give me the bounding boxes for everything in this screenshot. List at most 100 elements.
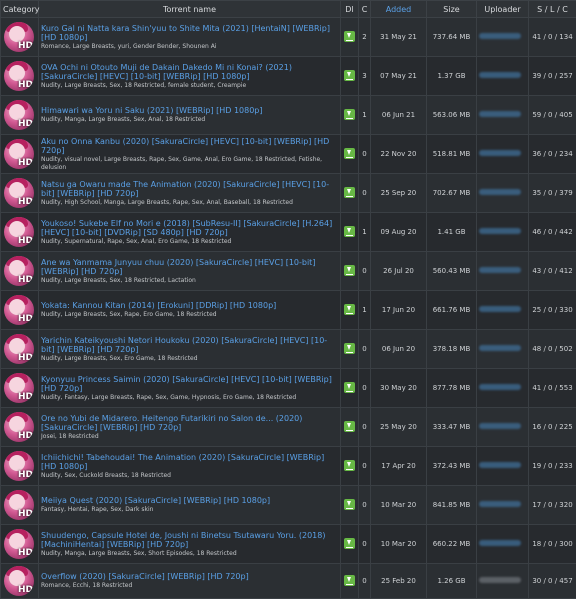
uploader-name-redacted[interactable]: [479, 111, 521, 117]
download-icon[interactable]: [344, 575, 355, 586]
category-hd-icon[interactable]: HD: [4, 217, 34, 247]
category-hd-icon[interactable]: HD: [4, 22, 34, 52]
category-cell[interactable]: HD: [1, 369, 39, 408]
download-icon[interactable]: [344, 265, 355, 276]
header-torrent-name[interactable]: Torrent name: [39, 1, 341, 18]
uploader-name-redacted[interactable]: [479, 189, 521, 195]
download-icon[interactable]: [344, 382, 355, 393]
category-hd-icon[interactable]: HD: [4, 139, 34, 169]
category-hd-icon[interactable]: HD: [4, 451, 34, 481]
category-hd-icon[interactable]: HD: [4, 566, 34, 596]
uploader-name-redacted[interactable]: [479, 345, 521, 351]
torrent-title-link[interactable]: Youkoso! Sukebe Elf no Mori e (2018) [Su…: [41, 219, 338, 237]
category-cell[interactable]: HD: [1, 486, 39, 525]
category-hd-icon[interactable]: HD: [4, 178, 34, 208]
category-cell[interactable]: HD: [1, 330, 39, 369]
uploader-name-redacted[interactable]: [479, 228, 521, 234]
added-date: 26 Jul 20: [371, 252, 427, 291]
download-icon[interactable]: [344, 148, 355, 159]
torrent-title-link[interactable]: Kuro Gal ni Natta kara Shin'yuu to Shite…: [41, 24, 338, 42]
uploader-name-redacted[interactable]: [479, 306, 521, 312]
header-size[interactable]: Size: [427, 1, 477, 18]
uploader-name-redacted[interactable]: [479, 501, 521, 507]
uploader-name-redacted[interactable]: [479, 384, 521, 390]
torrent-tags: Romance, Ecchi, 18 Restricted: [41, 582, 338, 590]
category-hd-icon[interactable]: HD: [4, 61, 34, 91]
category-cell[interactable]: HD: [1, 252, 39, 291]
category-hd-icon[interactable]: HD: [4, 490, 34, 520]
category-cell[interactable]: HD: [1, 408, 39, 447]
download-icon[interactable]: [344, 109, 355, 120]
category-cell[interactable]: HD: [1, 96, 39, 135]
download-icon[interactable]: [344, 31, 355, 42]
comments-count: 1: [359, 291, 371, 330]
category-cell[interactable]: HD: [1, 135, 39, 174]
download-icon[interactable]: [344, 499, 355, 510]
torrent-title-link[interactable]: Ore no Yubi de Midarero. Heitengo Futari…: [41, 414, 338, 432]
uploader-name-redacted[interactable]: [479, 540, 521, 546]
added-date: 10 Mar 20: [371, 525, 427, 564]
comments-count: 0: [359, 135, 371, 174]
uploader-name-redacted[interactable]: [479, 423, 521, 429]
download-icon[interactable]: [344, 226, 355, 237]
header-uploader[interactable]: Uploader: [477, 1, 529, 18]
category-hd-icon[interactable]: HD: [4, 295, 34, 325]
category-cell[interactable]: HD: [1, 213, 39, 252]
download-icon[interactable]: [344, 70, 355, 81]
torrent-tags: Nudity, Large Breasts, Sex, 18 Restricte…: [41, 277, 338, 285]
file-size: 1.37 GB: [427, 57, 477, 96]
torrent-title-link[interactable]: Yarichin Kateikyoushi Netori Houkoku (20…: [41, 336, 338, 354]
added-date: 25 May 20: [371, 408, 427, 447]
category-cell[interactable]: HD: [1, 57, 39, 96]
category-cell[interactable]: HD: [1, 564, 39, 599]
category-cell[interactable]: HD: [1, 525, 39, 564]
seed-leech-complete: 36 / 0 / 234: [529, 135, 576, 174]
category-hd-icon[interactable]: HD: [4, 334, 34, 364]
uploader-name-redacted[interactable]: [479, 150, 521, 156]
torrent-title-link[interactable]: Ichiichichi! Tabehoudai! The Animation (…: [41, 453, 338, 471]
download-icon[interactable]: [344, 460, 355, 471]
header-stats[interactable]: S / L / C: [529, 1, 576, 18]
category-cell[interactable]: HD: [1, 18, 39, 57]
category-cell[interactable]: HD: [1, 447, 39, 486]
table-row: HD Natsu ga Owaru made The Animation (20…: [1, 174, 576, 213]
download-icon[interactable]: [344, 421, 355, 432]
category-cell[interactable]: HD: [1, 291, 39, 330]
header-comments[interactable]: C: [359, 1, 371, 18]
torrent-title-link[interactable]: OVA Ochi ni Otouto Muji de Dakain Dakedo…: [41, 63, 338, 81]
category-hd-icon[interactable]: HD: [4, 529, 34, 559]
download-cell: [341, 213, 359, 252]
torrent-name-cell: Himawari wa Yoru ni Saku (2021) [WEBRip]…: [39, 96, 341, 135]
torrent-tags: Nudity, Manga, Large Breasts, Sex, Short…: [41, 550, 338, 558]
torrent-title-link[interactable]: Overflow (2020) [SakuraCircle] [WEBRip] …: [41, 572, 338, 581]
torrent-title-link[interactable]: Meiiya Quest (2020) [SakuraCircle] [WEBR…: [41, 496, 338, 505]
torrent-title-link[interactable]: Kyonyuu Princess Saimin (2020) [SakuraCi…: [41, 375, 338, 393]
uploader-name-redacted[interactable]: [479, 72, 521, 78]
category-hd-icon[interactable]: HD: [4, 373, 34, 403]
download-icon[interactable]: [344, 304, 355, 315]
torrent-title-link[interactable]: Aku no Onna Kanbu (2020) [SakuraCircle] …: [41, 137, 338, 155]
download-icon[interactable]: [344, 187, 355, 198]
download-icon[interactable]: [344, 343, 355, 354]
category-hd-icon[interactable]: HD: [4, 256, 34, 286]
table-row: HD Overflow (2020) [SakuraCircle] [WEBRi…: [1, 564, 576, 599]
header-category[interactable]: Category: [1, 1, 39, 18]
uploader-name-redacted[interactable]: [479, 577, 521, 583]
torrent-title-link[interactable]: Ane wa Yanmama Junyuu chuu (2020) [Sakur…: [41, 258, 338, 276]
download-icon[interactable]: [344, 538, 355, 549]
category-hd-icon[interactable]: HD: [4, 412, 34, 442]
uploader-name-redacted[interactable]: [479, 267, 521, 273]
added-date: 07 May 21: [371, 57, 427, 96]
torrent-title-link[interactable]: Natsu ga Owaru made The Animation (2020)…: [41, 180, 338, 198]
torrent-title-link[interactable]: Himawari wa Yoru ni Saku (2021) [WEBRip]…: [41, 106, 338, 115]
category-cell[interactable]: HD: [1, 174, 39, 213]
torrent-tags: Nudity, Fantasy, Large Breasts, Rape, Se…: [41, 394, 338, 402]
uploader-name-redacted[interactable]: [479, 462, 521, 468]
torrent-tags: Nudity, Large Breasts, Sex, Ero Game, 18…: [41, 355, 338, 363]
table-row: HD Meiiya Quest (2020) [SakuraCircle] [W…: [1, 486, 576, 525]
uploader-name-redacted[interactable]: [479, 33, 521, 39]
torrent-title-link[interactable]: Shuudengo, Capsule Hotel de, Joushi ni B…: [41, 531, 338, 549]
torrent-title-link[interactable]: Yokata: Kannou Kitan (2014) [Erokuni] [D…: [41, 301, 338, 310]
header-added[interactable]: Added: [371, 1, 427, 18]
category-hd-icon[interactable]: HD: [4, 100, 34, 130]
